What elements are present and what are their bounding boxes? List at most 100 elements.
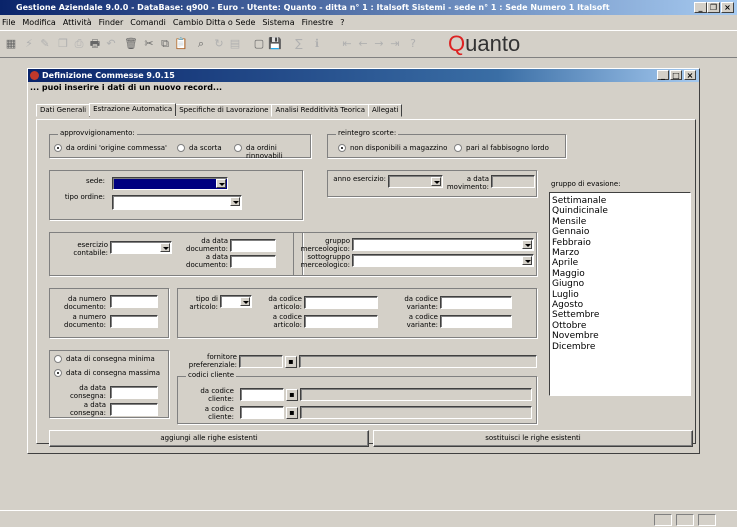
list-item[interactable]: Agosto: [552, 300, 688, 310]
tab-dati-generali[interactable]: Dati Generali: [36, 104, 91, 117]
list-item[interactable]: Aprile: [552, 258, 688, 268]
info-icon[interactable]: ℹ: [310, 37, 324, 51]
list-item[interactable]: Ottobre: [552, 321, 688, 331]
minimize-icon[interactable]: _: [694, 2, 707, 13]
a-cliente-description: [300, 406, 532, 419]
aggiungi-button[interactable]: aggiungi alle righe esistenti: [49, 430, 369, 447]
list-item[interactable]: Febbraio: [552, 238, 688, 248]
radio-consegna-massima[interactable]: [54, 369, 62, 377]
edit-icon[interactable]: ✎: [38, 37, 52, 51]
undo-icon[interactable]: ↶: [104, 37, 118, 51]
next-icon[interactable]: →: [372, 37, 386, 51]
radio-non-disponibili[interactable]: [338, 144, 346, 152]
paste-icon[interactable]: 📋: [174, 37, 188, 51]
new-icon[interactable]: ⚡: [22, 37, 36, 51]
menu-file[interactable]: File: [2, 18, 15, 27]
filter-icon[interactable]: ▤: [228, 37, 242, 51]
list-item[interactable]: Marzo: [552, 248, 688, 258]
anno-esercizio-select[interactable]: [388, 175, 443, 188]
menu-comandi[interactable]: Comandi: [130, 18, 166, 27]
esercizio-contabile-label: esercizio contabile:: [73, 241, 108, 257]
da-codice-cliente-field[interactable]: [240, 388, 284, 401]
list-item[interactable]: Settembre: [552, 310, 688, 320]
radio-da-scorta[interactable]: [177, 144, 185, 152]
cut-icon[interactable]: ✂: [142, 37, 156, 51]
a-numero-documento-field[interactable]: [110, 315, 158, 328]
fornitore-lookup-button[interactable]: ▪: [285, 356, 297, 368]
a-codice-cliente-field[interactable]: [240, 406, 284, 419]
list-item[interactable]: Dicembre: [552, 342, 688, 352]
da-data-consegna-field[interactable]: [110, 386, 158, 399]
window-maximize-icon[interactable]: □: [670, 70, 682, 80]
list-item[interactable]: Novembre: [552, 331, 688, 341]
menu-attivita[interactable]: Attività: [63, 18, 92, 27]
last-icon[interactable]: ⇥: [388, 37, 402, 51]
tab-allegati[interactable]: Allegati: [368, 104, 403, 117]
menu-finder[interactable]: Finder: [99, 18, 124, 27]
preview-icon[interactable]: ⎙: [72, 37, 86, 51]
list-item[interactable]: Quindicinale: [552, 206, 688, 216]
radio-consegna-minima[interactable]: [54, 355, 62, 363]
list-item[interactable]: Maggio: [552, 269, 688, 279]
help-icon[interactable]: ?: [406, 37, 420, 51]
tab-estrazione-automatica[interactable]: Estrazione Automatica: [89, 103, 177, 116]
list-item[interactable]: Gennaio: [552, 227, 688, 237]
sede-group: sede: tipo ordine:: [49, 170, 303, 220]
gruppo-evasione-list[interactable]: Settimanale Quindicinale Mensile Gennaio…: [549, 192, 691, 396]
copy-icon[interactable]: ⧉: [158, 37, 172, 51]
a-codice-articolo-field[interactable]: [304, 315, 378, 328]
list-item[interactable]: Mensile: [552, 217, 688, 227]
first-icon[interactable]: ⇤: [340, 37, 354, 51]
sottogruppo-merceologico-select[interactable]: [352, 254, 534, 267]
gruppo-merceologico-select[interactable]: [352, 238, 534, 251]
merceologico-group: gruppo merceologico: sottogruppo merceol…: [293, 232, 537, 276]
tab-analisi-redditivita[interactable]: Analisi Redditività Teorica: [271, 104, 370, 117]
window-icon[interactable]: [30, 71, 39, 80]
copy-doc-icon[interactable]: ❐: [56, 37, 70, 51]
list-item[interactable]: Luglio: [552, 290, 688, 300]
da-numero-documento-field[interactable]: [110, 295, 158, 308]
tipo-ordine-select[interactable]: [112, 195, 242, 210]
a-cliente-lookup-button[interactable]: ▪: [286, 407, 298, 419]
radio-ordini-origine[interactable]: [54, 144, 62, 152]
da-data-documento-field[interactable]: [230, 239, 276, 252]
menu-finestre[interactable]: Finestre: [302, 18, 334, 27]
print-icon[interactable]: 🖶: [88, 37, 102, 51]
a-codice-variante-field[interactable]: [440, 315, 512, 328]
radio-consegna-massima-label: data di consegna massima: [66, 369, 160, 377]
window-close-icon[interactable]: ×: [684, 70, 696, 80]
a-data-movimento-field[interactable]: [491, 175, 535, 188]
tab-specifiche-lavorazione[interactable]: Specifiche di Lavorazione: [175, 104, 273, 117]
da-cliente-lookup-button[interactable]: ▪: [286, 389, 298, 401]
tipo-articolo-select[interactable]: [220, 295, 252, 308]
esercizio-contabile-select[interactable]: [110, 241, 172, 254]
a-data-consegna-field[interactable]: [110, 403, 158, 416]
menu-cambio-ditta[interactable]: Cambio Ditta o Sede: [173, 18, 256, 27]
status-panel: [654, 514, 672, 526]
grid-icon[interactable]: ▦: [4, 37, 18, 51]
da-codice-articolo-field[interactable]: [304, 296, 378, 309]
list-item[interactable]: Settimanale: [552, 196, 688, 206]
window-minimize-icon[interactable]: _: [657, 70, 669, 80]
delete-icon[interactable]: 🗑: [124, 37, 138, 51]
sede-select[interactable]: [112, 177, 228, 190]
a-data-documento-field[interactable]: [230, 255, 276, 268]
window-subtitle: ... puoi inserire i dati di un nuovo rec…: [30, 83, 223, 92]
sostituisci-button[interactable]: sostituisci le righe esistenti: [373, 430, 693, 447]
radio-fabbisogno-lordo[interactable]: [454, 144, 462, 152]
calc-icon[interactable]: ∑: [292, 37, 306, 51]
menu-modifica[interactable]: Modifica: [22, 18, 55, 27]
find-icon[interactable]: ⌕: [194, 37, 208, 51]
restore-icon[interactable]: ❐: [707, 2, 720, 13]
da-codice-variante-field[interactable]: [440, 296, 512, 309]
open-icon[interactable]: ▢: [252, 37, 266, 51]
close-icon[interactable]: ×: [721, 2, 734, 13]
radio-ordini-rinnovabili[interactable]: [234, 144, 242, 152]
prev-icon[interactable]: ←: [356, 37, 370, 51]
save-icon[interactable]: 💾: [268, 37, 282, 51]
menu-help[interactable]: ?: [340, 18, 344, 27]
fornitore-preferenziale-field[interactable]: [239, 355, 283, 368]
refresh-icon[interactable]: ↻: [212, 37, 226, 51]
menu-sistema[interactable]: Sistema: [262, 18, 294, 27]
list-item[interactable]: Giugno: [552, 279, 688, 289]
